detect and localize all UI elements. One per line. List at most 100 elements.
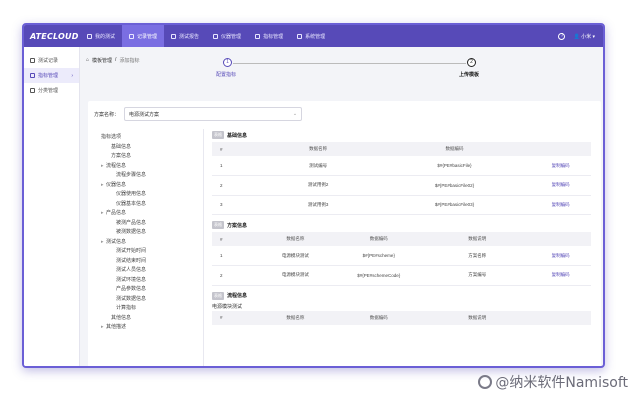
content-card: 方案名称： 电源测试方案 ⌄ 指标选项基础信息 方案信息 ▸ 流程信息 流程步骤信息 ▸ 仪… xyxy=(88,101,601,366)
metric-tables: 表格 基础信息 # 数据名称 数据编码 1 测试编号 $#{PE#basicFile} 复… xyxy=(212,131,591,366)
topnav-label: 系统管理 xyxy=(305,33,326,40)
app-logo: ATECLOUD xyxy=(30,31,79,41)
topnav-label: 记录管理 xyxy=(137,33,158,40)
copy-code-link[interactable]: 复制编码 xyxy=(552,163,570,168)
home-icon: ⌂ xyxy=(86,57,90,63)
tree-node[interactable]: 测试开始时间 xyxy=(96,247,203,257)
topnav-records[interactable]: 记录管理 xyxy=(122,25,165,47)
tree-node-label: 仪器信息 xyxy=(106,181,127,188)
scheme-select[interactable]: 电源测试方案 ⌄ xyxy=(124,107,303,121)
table-cell: 1 xyxy=(212,156,258,176)
tree-node[interactable]: 基础信息 xyxy=(96,143,203,153)
tree-node[interactable]: 被测数据信息 xyxy=(96,228,203,238)
copy-code-link[interactable]: 复制编码 xyxy=(552,253,570,258)
table-cell: 3 xyxy=(212,195,258,215)
topnav-label: 仪器管理 xyxy=(221,33,242,40)
tree-node[interactable]: ▸ 流程信息 xyxy=(96,162,203,172)
settings-icon xyxy=(297,33,303,39)
column-header: # xyxy=(212,232,258,246)
scheme-info-table: # 数据名称 数据编码 数据说明 1 电源模块测试 $#{PE#scheme} 方案名称 复制… xyxy=(212,232,591,286)
sidebar-item-metrics[interactable]: 指标管理 › xyxy=(24,68,79,83)
topnav-system[interactable]: 系统管理 xyxy=(290,25,332,47)
basic-info-table: # 数据名称 数据编码 1 测试编号 $#{PE#basicFile} 复制编码 2 测试用例… xyxy=(212,142,591,215)
topnav-label: 指标管理 xyxy=(263,33,284,40)
chevron-down-icon: ⌄ xyxy=(292,111,298,117)
column-header: 数据编码 xyxy=(333,232,425,246)
tree-node[interactable]: 测试人员信息 xyxy=(96,266,203,276)
metric-icon xyxy=(255,33,261,39)
table-cell: 测试编号 xyxy=(257,156,379,176)
column-header: 数据名称 xyxy=(257,232,334,246)
topnav-instruments[interactable]: 仪器管理 xyxy=(206,25,248,47)
table-cell: 测试用例3 xyxy=(307,201,329,207)
table-cell: 复制编码 xyxy=(530,175,591,196)
topnav-label: 测试报告 xyxy=(179,33,200,40)
column-header: 数据编码 xyxy=(333,310,425,325)
tree-node[interactable]: 被测产品信息 xyxy=(96,219,203,229)
tree-node[interactable]: ▸ 测试信息 xyxy=(96,238,203,248)
user-menu[interactable]: 👤 小米 ▾ xyxy=(573,33,595,40)
table-cell: 方案名称 xyxy=(424,246,531,266)
table-cell: $#{PE#scheme} xyxy=(362,253,395,258)
tree-node-label: 测试环境信息 xyxy=(116,276,147,283)
tree-node[interactable]: ▸ 其他描述 xyxy=(96,323,203,333)
breadcrumb-root[interactable]: 模板管理 xyxy=(92,57,112,64)
table-cell: 1 xyxy=(220,253,223,258)
tree-node[interactable]: 其他信息 xyxy=(96,314,203,324)
tree-node[interactable]: 指标选项 xyxy=(96,133,203,143)
tree-node[interactable]: 测试数据信息 xyxy=(96,295,203,305)
tree-node[interactable]: 测试结束时间 xyxy=(96,257,203,267)
table-cell: 复制编码 xyxy=(530,246,591,266)
table-cell: 电源模块测试 xyxy=(281,252,309,258)
sidebar-item-records[interactable]: 测试记录 xyxy=(24,53,79,68)
column-header: 数据名称 xyxy=(257,142,379,156)
tree-node-label: 测试人员信息 xyxy=(116,267,147,273)
copy-code-link[interactable]: 复制编码 xyxy=(552,272,570,277)
tree-node[interactable]: 仪器使用信息 xyxy=(96,190,203,200)
copy-code-link[interactable]: 复制编码 xyxy=(552,182,570,187)
column-header: 数据编码 xyxy=(378,142,531,156)
user-name: 小米 xyxy=(581,33,592,40)
table-row: 1 电源模块测试 $#{PE#scheme} 方案名称 复制编码 xyxy=(212,246,591,266)
flow-subtitle: 电源模块测试 xyxy=(212,303,243,310)
table-cell: 测试用例3 xyxy=(257,195,379,215)
tree-node[interactable]: 方案信息 xyxy=(96,152,203,162)
tree-node[interactable]: ▸ 仪器信息 xyxy=(96,181,203,191)
topnav-my-tests[interactable]: 我的测试 xyxy=(80,25,122,47)
tree-node[interactable]: 产品参数信息 xyxy=(96,285,203,295)
table-row: 1 测试编号 $#{PE#basicFile} 复制编码 xyxy=(212,156,591,176)
step-2-indicator: 2 xyxy=(467,58,476,67)
scheme-select-label: 方案名称： xyxy=(94,111,120,118)
column-header xyxy=(530,142,591,156)
tree-node[interactable]: 流程步骤信息 xyxy=(96,171,203,181)
section-header-flow: 表格 流程信息 xyxy=(212,291,591,300)
tree-node-label: 被测产品信息 xyxy=(116,219,147,226)
topnav-label: 我的测试 xyxy=(95,33,116,40)
topnav-reports[interactable]: 测试报告 xyxy=(164,25,206,47)
table-cell: 2 xyxy=(212,175,258,196)
table-cell: 3 xyxy=(220,202,223,208)
tree-node-label: 指标选项 xyxy=(101,134,122,140)
table-cell: $#{PE#basicFile03} xyxy=(378,195,531,215)
watermark: @纳米软件Namisoft xyxy=(478,372,628,392)
tree-node-label: 仪器基本信息 xyxy=(116,200,147,207)
help-icon[interactable]: ? xyxy=(558,32,566,40)
column-header: 数据说明 xyxy=(424,310,531,325)
sidebar-item-categories[interactable]: 分类管理 xyxy=(24,83,79,98)
table-row: 2 电源模块测试 $#{PE#schemeCode} 方案编号 复制编码 xyxy=(212,265,591,286)
column-header: 数据名称 xyxy=(257,310,334,325)
stepper: 1 2 配置指标 上传模板 xyxy=(200,58,500,88)
tree-node[interactable]: 计算指标 xyxy=(96,304,203,314)
topnav-metrics[interactable]: 指标管理 xyxy=(248,25,290,47)
tree-node[interactable]: 仪器基本信息 xyxy=(96,200,203,210)
table-cell: 测试用例2 xyxy=(307,182,329,188)
tree-node[interactable]: 测试环境信息 xyxy=(96,276,203,286)
report-icon xyxy=(171,33,177,39)
copy-code-link[interactable]: 复制编码 xyxy=(552,202,570,207)
tree-node-label: 其他描述 xyxy=(106,324,127,330)
table-cell: 测试编号 xyxy=(309,162,328,168)
tree-node[interactable]: ▸ 产品信息 xyxy=(96,209,203,219)
scheme-select-value: 电源测试方案 xyxy=(129,111,160,118)
table-cell: 1 xyxy=(220,163,223,168)
tree-node-label: 流程步骤信息 xyxy=(116,172,147,178)
